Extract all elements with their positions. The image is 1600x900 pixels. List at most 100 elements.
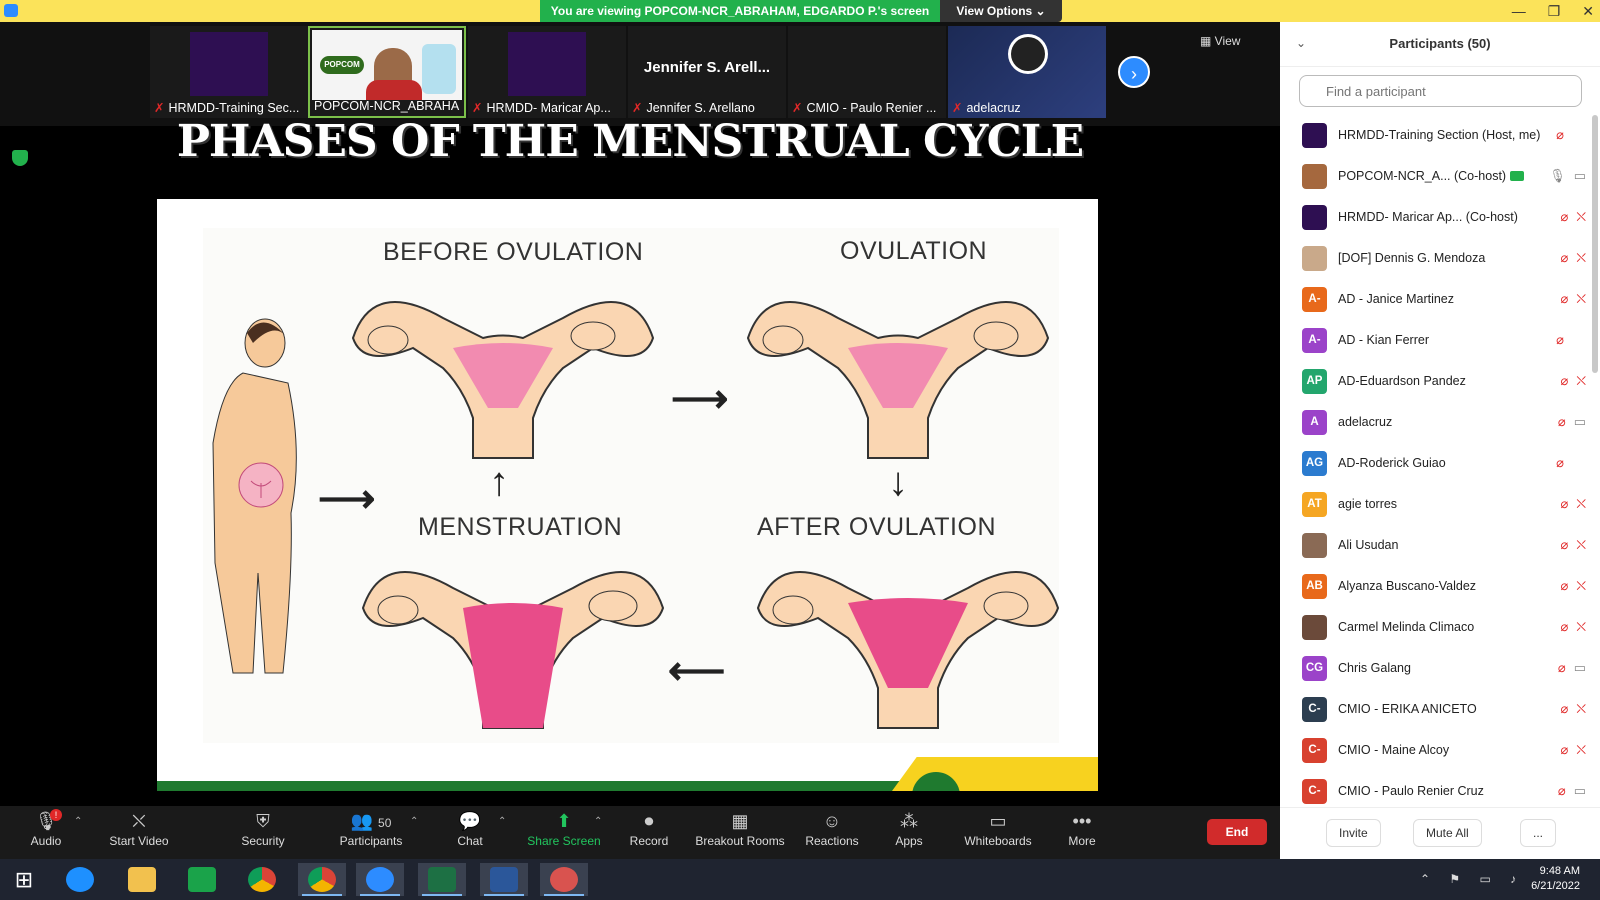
- thumbnail-cmio-paulo[interactable]: ✗ CMIO - Paulo Renier ...: [788, 26, 946, 118]
- taskbar-store[interactable]: [178, 863, 226, 896]
- caret-up-icon[interactable]: ⌃: [410, 816, 418, 827]
- participant-name: AD - Janice Martinez: [1338, 292, 1455, 306]
- participant-list-scrollbar[interactable]: [1592, 115, 1598, 373]
- more-options-button[interactable]: ...: [1520, 819, 1557, 847]
- video-off-icon[interactable]: ⛌: [1576, 250, 1586, 266]
- record-button[interactable]: ⏺ Record: [624, 806, 674, 859]
- mic-muted-icon[interactable]: ⌀: [1560, 291, 1568, 307]
- chat-button[interactable]: 💬 Chat: [450, 806, 490, 859]
- video-off-icon[interactable]: ⛌: [1576, 373, 1586, 389]
- thumbnail-hrmdd-maricar[interactable]: ✗ HRMDD- Maricar Ap...: [468, 26, 626, 118]
- breakout-rooms-icon: ▦: [731, 811, 749, 831]
- microphone-icon[interactable]: 🎙: [1549, 168, 1566, 184]
- video-off-icon[interactable]: ⛌: [1576, 291, 1586, 307]
- participants-button[interactable]: 👥 50 Participants: [334, 806, 408, 859]
- caret-up-icon[interactable]: ⌃: [498, 816, 506, 827]
- restore-icon[interactable]: ❐: [1548, 3, 1561, 20]
- taskbar-chrome[interactable]: [238, 863, 286, 896]
- whiteboards-button[interactable]: ▭ Whiteboards: [958, 806, 1038, 859]
- participant-row[interactable]: Carmel Melinda Climaco ⌀ ⛌: [1280, 607, 1586, 648]
- taskbar-chrome-profile[interactable]: [298, 863, 346, 896]
- video-off-icon[interactable]: ⛌: [1576, 742, 1586, 758]
- participant-row[interactable]: C- CMIO - Maine Alcoy ⌀ ⛌: [1280, 730, 1586, 771]
- taskbar-file-explorer[interactable]: [118, 863, 166, 896]
- close-icon[interactable]: ✕: [1582, 3, 1594, 20]
- meeting-control-bar: 🎙 Audio ! ⌃ ⛌ Start Video ⛨ Security 👥 5…: [0, 806, 1280, 859]
- video-icon[interactable]: ▭: [1574, 414, 1586, 430]
- mic-muted-icon[interactable]: ⌀: [1560, 619, 1568, 635]
- mic-muted-icon[interactable]: ⌀: [1560, 209, 1568, 225]
- next-page-button[interactable]: ›: [1118, 56, 1150, 88]
- participant-row[interactable]: Ali Usudan ⌀ ⛌: [1280, 525, 1586, 566]
- mic-muted-icon[interactable]: ⌀: [1558, 660, 1566, 676]
- participant-row[interactable]: C- CMIO - Paulo Renier Cruz ⌀ ▭: [1280, 771, 1586, 812]
- video-off-icon[interactable]: ⛌: [1576, 537, 1586, 553]
- caret-up-icon[interactable]: ⌃: [74, 816, 82, 827]
- start-button[interactable]: ⊞: [0, 863, 48, 896]
- thumbnail-jennifer[interactable]: Jennifer S. Arell... ✗ Jennifer S. Arella…: [628, 26, 786, 118]
- mic-muted-icon[interactable]: ⌀: [1556, 127, 1564, 143]
- thumbnail-hrmdd-training[interactable]: ✗ HRMDD-Training Sec...: [150, 26, 308, 118]
- breakout-rooms-button[interactable]: ▦ Breakout Rooms: [694, 806, 786, 859]
- share-screen-icon: ⬆: [556, 811, 572, 831]
- participant-row[interactable]: AB Alyanza Buscano-Valdez ⌀ ⛌: [1280, 566, 1586, 607]
- taskbar-word[interactable]: [480, 863, 528, 896]
- start-video-button[interactable]: ⛌ Start Video: [104, 806, 174, 859]
- participant-row[interactable]: [DOF] Dennis G. Mendoza ⌀ ⛌: [1280, 238, 1586, 279]
- mic-muted-icon[interactable]: ⌀: [1560, 701, 1568, 717]
- more-button[interactable]: ••• More: [1062, 806, 1102, 859]
- participant-row[interactable]: A- AD - Kian Ferrer ⌀: [1280, 320, 1586, 361]
- minimize-icon[interactable]: —: [1512, 3, 1526, 19]
- video-off-icon[interactable]: ⛌: [1576, 496, 1586, 512]
- video-icon[interactable]: ▭: [1574, 783, 1586, 799]
- mic-muted-icon[interactable]: ⌀: [1558, 414, 1566, 430]
- mic-muted-icon[interactable]: ⌀: [1560, 742, 1568, 758]
- taskbar-snipping-tool[interactable]: [540, 863, 588, 896]
- thumbnail-adelacruz[interactable]: ✗ adelacruz: [948, 26, 1106, 118]
- video-off-icon[interactable]: ⛌: [1576, 578, 1586, 594]
- video-icon[interactable]: ▭: [1574, 168, 1586, 184]
- mic-muted-icon[interactable]: ⌀: [1560, 250, 1568, 266]
- taskbar-zoom[interactable]: [356, 863, 404, 896]
- view-options-button[interactable]: View Options ⌄: [940, 0, 1062, 22]
- taskbar-excel[interactable]: [418, 863, 466, 896]
- participant-row[interactable]: HRMDD-Training Section (Host, me) ⌀: [1280, 115, 1586, 156]
- encryption-shield-icon[interactable]: [12, 150, 28, 166]
- view-button[interactable]: ▦ View: [1200, 34, 1240, 48]
- video-off-icon[interactable]: ⛌: [1576, 701, 1586, 717]
- reactions-button[interactable]: ☺ Reactions: [800, 806, 864, 859]
- mic-muted-icon[interactable]: ⌀: [1560, 373, 1568, 389]
- audio-button[interactable]: 🎙 Audio !: [20, 806, 72, 859]
- participant-row[interactable]: C- CMIO - ERIKA ANICETO ⌀ ⛌: [1280, 689, 1586, 730]
- participant-row[interactable]: A- AD - Janice Martinez ⌀ ⛌: [1280, 279, 1586, 320]
- mute-all-button[interactable]: Mute All: [1413, 819, 1482, 847]
- mic-muted-icon[interactable]: ⌀: [1556, 332, 1564, 348]
- participant-row[interactable]: AT agie torres ⌀ ⛌: [1280, 484, 1586, 525]
- mic-muted-icon[interactable]: ⌀: [1558, 783, 1566, 799]
- find-participant-input[interactable]: [1299, 75, 1582, 107]
- participant-row[interactable]: CG Chris Galang ⌀ ▭: [1280, 648, 1586, 689]
- thumbnail-popcom-ncr[interactable]: POPCOM POPCOM-NCR_ABRAHA...: [308, 26, 466, 118]
- taskbar-internet-explorer[interactable]: [56, 863, 104, 896]
- participant-row[interactable]: AP AD-Eduardson Pandez ⌀ ⛌: [1280, 361, 1586, 402]
- mic-muted-icon[interactable]: ⌀: [1560, 496, 1568, 512]
- taskbar-clock[interactable]: 9:48 AM 6/21/2022: [1531, 864, 1580, 894]
- participant-row[interactable]: AG AD-Roderick Guiao ⌀: [1280, 443, 1586, 484]
- video-off-icon[interactable]: ⛌: [1576, 209, 1586, 225]
- end-meeting-button[interactable]: End: [1207, 819, 1267, 845]
- invite-button[interactable]: Invite: [1326, 819, 1381, 847]
- system-tray[interactable]: ⌃ ⚑ ▭ ♪: [1420, 872, 1524, 886]
- avatar: [1302, 615, 1327, 640]
- participant-row[interactable]: HRMDD- Maricar Ap... (Co-host) ⌀ ⛌: [1280, 197, 1586, 238]
- apps-button[interactable]: ⁂ Apps: [888, 806, 930, 859]
- participant-row[interactable]: POPCOM-NCR_A... (Co-host) 🎙 ▭: [1280, 156, 1586, 197]
- security-button[interactable]: ⛨ Security: [236, 806, 290, 859]
- caret-up-icon[interactable]: ⌃: [594, 816, 602, 827]
- mic-muted-icon[interactable]: ⌀: [1560, 537, 1568, 553]
- mic-muted-icon[interactable]: ⌀: [1556, 455, 1564, 471]
- mic-muted-icon[interactable]: ⌀: [1560, 578, 1568, 594]
- video-off-icon[interactable]: ⛌: [1576, 619, 1586, 635]
- participant-row[interactable]: Aadelacruz ⌀ ▭: [1280, 402, 1586, 443]
- share-screen-button[interactable]: ⬆ Share Screen: [527, 806, 601, 859]
- video-icon[interactable]: ▭: [1574, 660, 1586, 676]
